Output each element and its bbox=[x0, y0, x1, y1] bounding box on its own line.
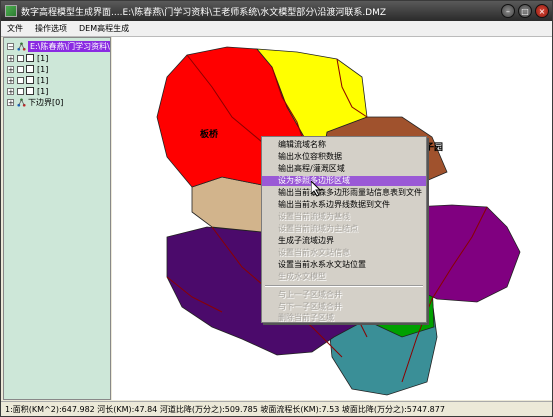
menu-item-set-station-position[interactable]: 设置当前水系水文站位置 bbox=[262, 260, 426, 270]
app-icon bbox=[5, 5, 17, 17]
layer-checkbox[interactable] bbox=[17, 54, 24, 62]
layer-checkbox[interactable] bbox=[17, 65, 24, 73]
collapse-icon[interactable]: − bbox=[7, 42, 14, 50]
menu-item-delete-subregion: 删除当前子区域 bbox=[278, 313, 334, 322]
menu-item-output-thiessen[interactable]: 输出当前泰森多边形雨量站信息表到文件 bbox=[262, 188, 426, 198]
mouse-cursor-icon bbox=[311, 181, 322, 197]
expand-icon[interactable]: + bbox=[7, 76, 14, 84]
menu-item-set-station-info: 设置当前水文站信息 bbox=[278, 248, 350, 257]
maximize-button[interactable]: □ bbox=[518, 4, 532, 18]
menu-item-generate-model: 生成水文模型 bbox=[278, 272, 326, 281]
map-label-ziyuan: 子园 bbox=[425, 143, 444, 153]
menu-item-output-boundary[interactable]: 输出当前水系边界线数据到文件 bbox=[262, 200, 426, 210]
menu-item-merge-next: 与下一子区域合并 bbox=[278, 302, 342, 311]
tree-lower-node[interactable]: + 下边界[0] bbox=[7, 97, 63, 107]
tree-layer[interactable]: + [1] bbox=[7, 75, 48, 85]
menu-item-merge-previous: 与上一子区域合并 bbox=[278, 290, 342, 299]
menu-dem[interactable]: DEM高程生成 bbox=[73, 23, 135, 34]
network-icon bbox=[17, 41, 26, 51]
context-menu: 编辑流域名称 输出水位容积数据 输出高程/灌溉区域 设为参照多边形区域 输出当前… bbox=[261, 136, 427, 323]
tree-layer[interactable]: + [1] bbox=[7, 86, 48, 96]
close-button[interactable]: × bbox=[535, 4, 549, 18]
app-window: 数字高程模型生成界面....E:\陈春燕\门学习资料\王老师系统\水文模型部分\… bbox=[0, 0, 553, 417]
map-label-banqiao: 板桥 bbox=[200, 130, 219, 140]
expand-icon[interactable]: + bbox=[7, 54, 14, 62]
layer-label: [1] bbox=[37, 53, 49, 63]
lower-node-label: 下边界[0] bbox=[28, 97, 64, 107]
menu-bar: 文件 操作选项 DEM高程生成 bbox=[1, 21, 552, 37]
expand-icon[interactable]: + bbox=[7, 87, 14, 95]
minimize-button[interactable]: – bbox=[501, 4, 515, 18]
root-label[interactable]: E:\陈春燕\门学习资料\王 bbox=[28, 40, 110, 52]
menu-item-set-baseline: 设置当前流域为基线 bbox=[278, 212, 350, 221]
menu-item-set-main-node: 设置当前流域为主结点 bbox=[278, 224, 358, 233]
window-title: 数字高程模型生成界面....E:\陈春燕\门学习资料\王老师系统\水文模型部分\… bbox=[21, 7, 387, 18]
layer-checkbox[interactable] bbox=[17, 87, 24, 95]
layer-label: [1] bbox=[37, 86, 49, 96]
status-bar: 1:面积(KM^2):647.982 河长(KM):47.84 河道比降(万分之… bbox=[1, 401, 552, 416]
expand-icon[interactable]: + bbox=[7, 65, 14, 73]
layer-icon bbox=[26, 87, 34, 95]
menu-file[interactable]: 文件 bbox=[1, 23, 29, 34]
layer-checkbox[interactable] bbox=[17, 76, 24, 84]
tree-root[interactable]: − E:\陈春燕\门学习资料\王 bbox=[7, 40, 110, 52]
layer-icon bbox=[26, 65, 34, 73]
layer-label: [1] bbox=[37, 64, 49, 74]
menu-item-edit-name[interactable]: 编辑流域名称 bbox=[262, 140, 426, 150]
tree-layer[interactable]: + [1] bbox=[7, 53, 48, 63]
layer-icon bbox=[26, 54, 34, 62]
tree-layer[interactable]: + [1] bbox=[7, 64, 48, 74]
menu-item-output-elevation[interactable]: 输出高程/灌溉区域 bbox=[262, 164, 426, 174]
title-bar[interactable]: 数字高程模型生成界面....E:\陈春燕\门学习资料\王老师系统\水文模型部分\… bbox=[1, 1, 552, 21]
layer-icon bbox=[26, 76, 34, 84]
menu-separator bbox=[265, 285, 423, 287]
layer-tree-panel: − E:\陈春燕\门学习资料\王 + [1] + [1] + [1] + [1]… bbox=[3, 37, 111, 400]
menu-item-set-reference-polygon[interactable]: 设为参照多边形区域 bbox=[262, 176, 426, 186]
layer-label: [1] bbox=[37, 75, 49, 85]
network-icon bbox=[17, 97, 26, 107]
menu-item-output-volume[interactable]: 输出水位容积数据 bbox=[262, 152, 426, 162]
expand-icon[interactable]: + bbox=[7, 98, 14, 106]
menu-options[interactable]: 操作选项 bbox=[29, 23, 73, 34]
menu-item-generate-sub-boundary[interactable]: 生成子流域边界 bbox=[262, 236, 426, 246]
